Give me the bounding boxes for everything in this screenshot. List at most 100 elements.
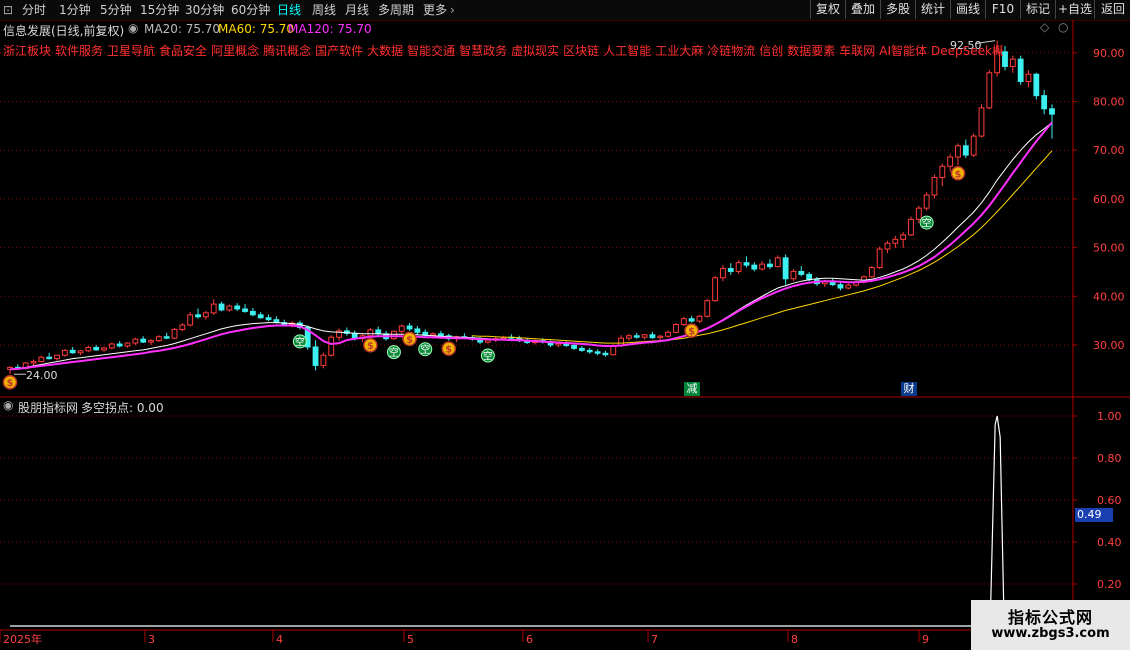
candle-body[interactable] — [923, 194, 930, 209]
concept-tag[interactable]: 信创 — [759, 44, 783, 58]
concept-tag[interactable]: 智慧政务 — [459, 44, 507, 58]
candle-body[interactable] — [579, 347, 585, 351]
candle-body[interactable] — [626, 335, 632, 339]
candle-body[interactable] — [704, 300, 711, 317]
candle-body[interactable] — [900, 234, 907, 240]
candle-body[interactable] — [759, 263, 766, 270]
concept-tag[interactable]: 车联网 — [839, 44, 875, 58]
candle-body[interactable] — [571, 344, 578, 349]
candle-body[interactable] — [30, 361, 37, 364]
concept-tag[interactable]: 卫星导航 — [107, 44, 155, 58]
candle-body[interactable] — [939, 165, 946, 178]
candle-body[interactable] — [986, 72, 993, 109]
candle-body[interactable] — [430, 333, 436, 336]
candle-body[interactable] — [845, 284, 852, 289]
candle-body[interactable] — [234, 305, 241, 310]
chart-canvas[interactable]: 90.00 80.00 70.00 60.00 50.00 40.00 30.00 1.00 0… — [0, 0, 1130, 650]
candle-body[interactable] — [720, 268, 726, 279]
candle-body[interactable] — [101, 347, 107, 351]
concept-tag[interactable]: 大数据 — [367, 44, 403, 58]
candle-body[interactable] — [782, 257, 789, 280]
candle-body[interactable] — [1033, 73, 1040, 97]
candle-body[interactable] — [947, 156, 954, 167]
concept-tag[interactable]: 人工智能 — [603, 44, 651, 58]
candle-body[interactable] — [955, 145, 961, 158]
candle-body[interactable] — [892, 238, 899, 244]
candle-body[interactable] — [320, 354, 327, 366]
candle-body[interactable] — [673, 324, 679, 333]
candle-body[interactable] — [54, 354, 60, 360]
candle-body[interactable] — [202, 312, 209, 318]
candle-body[interactable] — [38, 356, 45, 363]
candle-body[interactable] — [61, 349, 68, 356]
candle-body[interactable] — [437, 333, 444, 337]
candle-body[interactable] — [108, 343, 115, 349]
circle-icon[interactable]: ○ — [1058, 20, 1068, 34]
candle-body[interactable] — [265, 317, 272, 321]
candle-body[interactable] — [163, 336, 170, 339]
candle-body[interactable] — [1049, 108, 1055, 115]
candle-body[interactable] — [375, 329, 382, 335]
concept-tag[interactable]: 软件服务 — [55, 44, 103, 58]
candle-body[interactable] — [1025, 73, 1032, 83]
indicator-menu-icon[interactable]: ◉ — [3, 398, 13, 412]
dropdown-circle-icon[interactable]: ◉ — [128, 21, 138, 35]
candle-body[interactable] — [242, 308, 248, 312]
candle-body[interactable] — [124, 342, 131, 347]
candle-body[interactable] — [312, 346, 319, 366]
candle-body[interactable] — [665, 331, 672, 337]
candle-body[interactable] — [688, 318, 695, 322]
candle-body[interactable] — [868, 267, 875, 278]
candle-body[interactable] — [46, 356, 53, 360]
candle-body[interactable] — [398, 325, 405, 332]
candle-body[interactable] — [633, 335, 640, 338]
candle-body[interactable] — [602, 352, 609, 356]
candle-body[interactable] — [85, 346, 92, 352]
candle-body[interactable] — [680, 318, 687, 326]
candle-body[interactable] — [132, 338, 139, 344]
candle-body[interactable] — [187, 314, 194, 326]
candle-body[interactable] — [1002, 51, 1008, 67]
candle-body[interactable] — [77, 350, 84, 354]
concept-tag[interactable]: 国产软件 — [315, 44, 363, 58]
candle-body[interactable] — [555, 343, 562, 346]
candle-body[interactable] — [140, 338, 147, 343]
candle-body[interactable] — [69, 349, 76, 354]
candle-body[interactable] — [1041, 95, 1048, 110]
candle-body[interactable] — [155, 336, 162, 342]
candle-body[interactable] — [210, 303, 217, 314]
concept-tag[interactable]: 冷链物流 — [707, 44, 755, 58]
candle-body[interactable] — [743, 262, 750, 266]
candle-body[interactable] — [727, 268, 734, 272]
candle-body[interactable] — [908, 218, 914, 236]
concept-tag[interactable]: 食品安全 — [159, 44, 207, 58]
candle-body[interactable] — [837, 284, 844, 289]
candle-body[interactable] — [93, 346, 100, 351]
concept-tag[interactable]: 虚拟现实 — [511, 44, 559, 58]
candle-body[interactable] — [257, 314, 264, 319]
concept-tag[interactable]: AI智能体 — [879, 44, 927, 58]
reduce-marker[interactable]: 减 — [684, 382, 700, 396]
concept-tag[interactable]: 阿里概念 — [211, 44, 259, 58]
concept-tag[interactable]: 智能交通 — [407, 44, 455, 58]
candle-body[interactable] — [915, 207, 922, 220]
candle-body[interactable] — [751, 264, 758, 270]
candle-body[interactable] — [798, 270, 805, 275]
candle-body[interactable] — [884, 242, 891, 250]
candle-body[interactable] — [226, 305, 233, 311]
candle-body[interactable] — [806, 273, 813, 281]
candle-body[interactable] — [641, 334, 648, 338]
candle-body[interactable] — [696, 315, 703, 322]
candle-body[interactable] — [484, 339, 491, 343]
candle-body[interactable] — [249, 310, 256, 316]
finance-marker[interactable]: 财 — [901, 382, 917, 396]
candle-body[interactable] — [148, 340, 154, 343]
candle-body[interactable] — [116, 343, 123, 347]
candle-body[interactable] — [790, 270, 797, 280]
candle-body[interactable] — [712, 277, 719, 302]
candle-body[interactable] — [195, 314, 201, 318]
candle-body[interactable] — [931, 176, 938, 196]
concept-tag[interactable]: 浙江板块 — [3, 44, 51, 58]
concept-tag[interactable]: 数据要素 — [787, 44, 835, 58]
candle-body[interactable] — [649, 334, 656, 339]
